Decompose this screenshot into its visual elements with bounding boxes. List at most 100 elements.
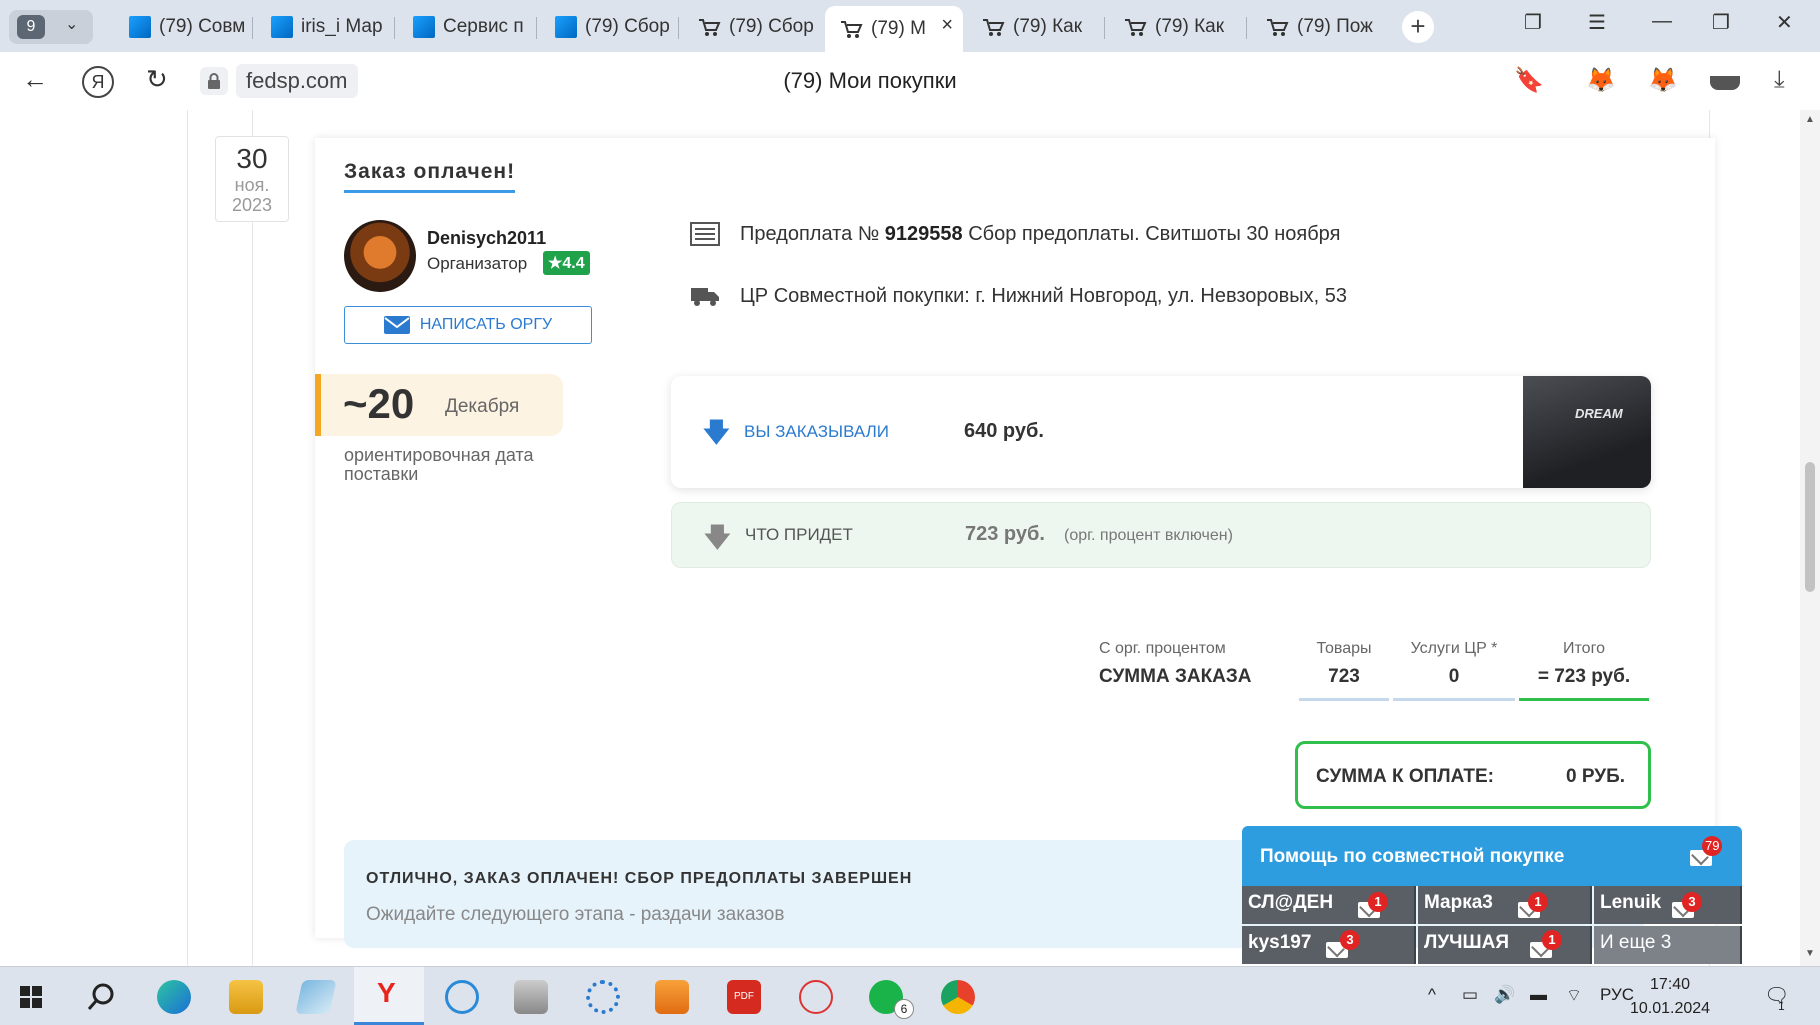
- internet-explorer-icon[interactable]: [445, 980, 479, 1014]
- notepad-icon[interactable]: [295, 980, 337, 1014]
- meet-icon[interactable]: ▭: [1462, 985, 1478, 1005]
- chevron-up-icon[interactable]: ^: [1428, 985, 1436, 1005]
- scrollbar-thumb[interactable]: [1805, 462, 1815, 592]
- battery-icon[interactable]: ▬: [1530, 985, 1547, 1005]
- settings-icon[interactable]: [586, 980, 620, 1014]
- clock[interactable]: 17:40 10.01.2024: [1630, 973, 1710, 1021]
- total-column: Итого = 723 руб.: [1519, 640, 1649, 701]
- browser-tab[interactable]: (79) Как: [967, 8, 1105, 46]
- tabs-panel-icon[interactable]: ❐: [1524, 10, 1542, 35]
- new-tab-button[interactable]: +: [1402, 11, 1434, 43]
- help-widget-header[interactable]: Помощь по совместной покупке 79: [1242, 826, 1742, 886]
- yandex-browser-icon: Y: [377, 977, 396, 1008]
- chat-item[interactable]: Марка3 1: [1418, 886, 1592, 924]
- help-widget: Помощь по совместной покупке 79 СЛ@ДЕН 1…: [1242, 826, 1742, 966]
- windows-tile-icon: [271, 16, 293, 38]
- minimize-icon[interactable]: —: [1652, 10, 1672, 33]
- organizer-name[interactable]: Denisych2011: [427, 228, 546, 249]
- printer-icon[interactable]: [514, 980, 548, 1014]
- tab-title: (79) Совм: [159, 16, 246, 37]
- prepay-text[interactable]: Сбор предоплаты. Свитшоты 30 ноября: [968, 223, 1340, 245]
- order-card: Заказ оплачен! Denisych2011 Организатор …: [315, 138, 1715, 948]
- windows-start-icon[interactable]: [20, 986, 42, 1008]
- scroll-up-icon[interactable]: ▲: [1805, 114, 1815, 125]
- arrow-down-icon: 🡇: [703, 417, 730, 447]
- address-bar: ← Я ↻ fedsp.com (79) Мои покупки 🔖 🦊 🦊 ⤓: [0, 52, 1820, 111]
- whatsapp-badge: 6: [894, 999, 914, 1019]
- network-icon[interactable]: ⌔: [1566, 985, 1582, 1006]
- cart-icon: [839, 18, 863, 40]
- services-label: Услуги ЦР *: [1410, 640, 1498, 657]
- browser-tab-active[interactable]: (79) М ×: [825, 6, 963, 52]
- arrival-box: 🡇 ЧТО ПРИДЕТ 723 руб. (орг. процент вклю…: [671, 502, 1651, 568]
- protect-icon[interactable]: [1710, 76, 1740, 90]
- browser-tab[interactable]: (79) Совм: [115, 8, 253, 46]
- delivery-note: ориентировочная дата поставки: [344, 445, 534, 484]
- chat-item[interactable]: kys197 3: [1242, 926, 1416, 964]
- menu-icon[interactable]: ☰: [1588, 10, 1606, 35]
- browser-tab[interactable]: (79) Сбор: [541, 8, 679, 46]
- chat-item[interactable]: ЛУЧШАЯ 1: [1418, 926, 1592, 964]
- downloads-icon[interactable]: ⤓: [1774, 66, 1785, 94]
- tab-count: 9: [17, 15, 45, 39]
- pdf-reader-icon[interactable]: PDF: [727, 980, 761, 1014]
- windows-tile-icon: [555, 16, 577, 38]
- mail-icon: [383, 316, 410, 334]
- sum-caption: С орг. процентом: [1099, 640, 1226, 657]
- ordered-box[interactable]: 🡇 ВЫ ЗАКАЗЫВАЛИ 640 руб. DREAM: [671, 376, 1651, 488]
- close-window-icon[interactable]: ✕: [1776, 10, 1793, 35]
- order-date: 30 ноя. 2023: [215, 136, 289, 222]
- chat-item[interactable]: СЛ@ДЕН 1: [1242, 886, 1416, 924]
- browser-tab[interactable]: Сервис п: [399, 8, 537, 46]
- write-organizer-button[interactable]: НАПИСАТЬ ОРГУ: [344, 306, 592, 344]
- tab-title: Сервис п: [443, 16, 524, 37]
- chrome-icon[interactable]: [941, 980, 975, 1014]
- chat-item[interactable]: Lenuik 3: [1594, 886, 1742, 924]
- restore-icon[interactable]: ❐: [1712, 10, 1730, 35]
- language-indicator[interactable]: РУС: [1600, 985, 1634, 1005]
- close-tab-icon[interactable]: ×: [941, 14, 953, 37]
- file-explorer-icon[interactable]: [229, 980, 263, 1014]
- windows-tile-icon: [413, 16, 435, 38]
- chat-name: kys197: [1248, 932, 1312, 953]
- avatar[interactable]: [344, 220, 416, 292]
- chat-name: СЛ@ДЕН: [1248, 892, 1334, 913]
- notification-count: 1: [1778, 999, 1785, 1013]
- pickup-text: ЦР Совместной покупки: г. Нижний Новгоро…: [740, 284, 1348, 307]
- extension-icon[interactable]: 🦊: [1648, 66, 1678, 95]
- to-pay-value: 0 РУБ.: [1566, 766, 1626, 787]
- sum-title: СУММА ЗАКАЗА: [1099, 666, 1252, 687]
- chat-name: Lenuik: [1600, 892, 1662, 913]
- search-icon[interactable]: [86, 981, 118, 1013]
- arrival-note: (орг. процент включен): [1064, 527, 1233, 544]
- bookmark-icon[interactable]: 🔖: [1514, 66, 1544, 95]
- goods-label: Товары: [1316, 640, 1372, 657]
- yandex-browser-taskbar[interactable]: Y: [354, 967, 424, 1025]
- cart-icon: [697, 16, 721, 38]
- snipping-tool-icon[interactable]: [799, 980, 833, 1014]
- scroll-down-icon[interactable]: ▼: [1805, 948, 1815, 959]
- chat-name: Марка3: [1424, 892, 1493, 913]
- prepay-prefix: Предоплата №: [740, 222, 880, 245]
- browser-tab[interactable]: (79) Пож: [1251, 8, 1389, 46]
- prepay-number[interactable]: 9129558: [885, 223, 963, 245]
- order-status-title: Заказ оплачен!: [344, 160, 516, 193]
- services-column: Услуги ЦР * 0: [1393, 640, 1515, 701]
- browser-tab[interactable]: (79) Как: [1109, 8, 1247, 46]
- edge-icon[interactable]: [157, 980, 191, 1014]
- tab-count-button[interactable]: 9 ⌄: [9, 10, 93, 44]
- write-organizer-label: НАПИСАТЬ ОРГУ: [419, 316, 553, 333]
- notification-icon[interactable]: 🗨: [1764, 983, 1789, 1008]
- delivery-day: ~20: [343, 380, 415, 427]
- more-chats[interactable]: И еще 3: [1594, 926, 1742, 964]
- page-title: (79) Мои покупки: [783, 68, 957, 93]
- scrollbar[interactable]: ▲ ▼: [1800, 110, 1820, 966]
- media-player-icon[interactable]: [655, 980, 689, 1014]
- volume-icon[interactable]: 🔊: [1494, 985, 1515, 1005]
- browser-tab[interactable]: iris_i Мар: [257, 8, 395, 46]
- extension-icon[interactable]: 🦊: [1586, 66, 1616, 95]
- tab-title: (79) Как: [1155, 16, 1225, 37]
- product-image[interactable]: DREAM: [1523, 376, 1651, 488]
- browser-tab[interactable]: (79) Сбор: [683, 8, 821, 46]
- tab-title: (79) Пож: [1297, 16, 1373, 37]
